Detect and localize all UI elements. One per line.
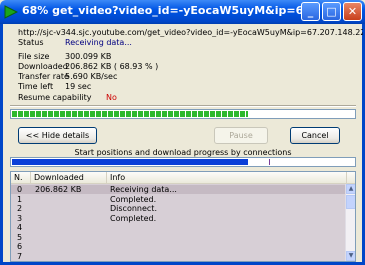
row-info: Completed. [110,213,157,223]
title-bar[interactable]: 68% get_video?video_id=-yEocaW5uyM&ip=67… [0,0,365,24]
resume-capability-label: Resume capability [18,93,92,102]
table-row[interactable]: 0 206.862 KB Receiving data... [11,185,346,194]
downloaded-value: 206.862 KB ( 68.93 % ) [65,62,159,71]
play-arrow-icon [4,5,18,19]
row-number: 6 [17,242,23,251]
table-row[interactable]: 5 [11,233,346,242]
connection-0-segment [12,159,248,165]
list-header: N. Downloaded Info [11,172,355,184]
scroll-up-icon[interactable]: ▲ [346,184,355,194]
table-row[interactable]: 2 Disconnect. [11,204,346,213]
download-progress-bar [10,109,356,119]
table-row[interactable]: 4 [11,223,346,232]
scroll-down-icon[interactable]: ▼ [346,251,355,261]
time-left-label: Time left [18,82,54,91]
connections-progress-bar [10,157,356,167]
maximize-button[interactable]: □ [322,2,341,21]
column-header-info[interactable]: Info [107,172,347,184]
cancel-button[interactable]: Cancel [290,127,340,144]
row-info: Disconnect. [110,204,157,213]
status-label: Status [18,38,44,47]
downloaded-label: Downloaded [18,62,68,71]
time-left-value: 19 sec [65,82,92,91]
row-number: 7 [17,251,23,261]
row-number: 3 [17,213,23,223]
resume-capability-value: No [106,93,117,102]
column-header-n[interactable]: N. [11,172,31,184]
row-info: Completed. [110,194,157,204]
connections-list[interactable]: N. Downloaded Info 0 206.862 KB Receiving … [10,171,356,262]
transfer-rate-value: 5.690 KB/sec [65,72,118,81]
file-size-value: 300.099 KB [65,52,112,61]
column-header-downloaded[interactable]: Downloaded [31,172,107,184]
file-size-label: File size [18,52,50,61]
hide-details-button[interactable]: << Hide details [18,127,97,144]
row-number: 1 [17,194,23,204]
connections-caption: Start positions and download progress by… [74,148,292,157]
row-number: 4 [17,223,23,232]
vertical-scrollbar[interactable]: ▲ ▼ [345,184,355,261]
row-number: 2 [17,204,23,213]
table-row[interactable]: 3 Completed. [11,214,346,223]
pause-button[interactable]: Pause [214,127,268,144]
download-url: http://sjc-v344.sjc.youtube.com/get_vide… [18,28,363,37]
table-row[interactable]: 6 [11,242,346,251]
row-downloaded: 206.862 KB [35,185,82,194]
scroll-thumb[interactable] [346,195,355,209]
transfer-rate-label: Transfer rate [18,72,69,81]
window-title: 68% get_video?video_id=-yEocaW5uyM&ip=67… [22,4,302,17]
connection-start-marker [269,159,270,165]
row-number: 0 [17,185,23,194]
row-number: 5 [17,232,23,242]
status-value: Receiving data... [65,38,132,47]
minimize-button[interactable]: _ [301,2,320,21]
separator [10,105,356,107]
row-info: Receiving data... [110,185,177,194]
table-row[interactable]: 7 [11,252,346,261]
close-button[interactable]: ✕ [343,2,362,21]
table-row[interactable]: 1 Completed. [11,195,346,204]
download-progress-fill [12,111,248,117]
